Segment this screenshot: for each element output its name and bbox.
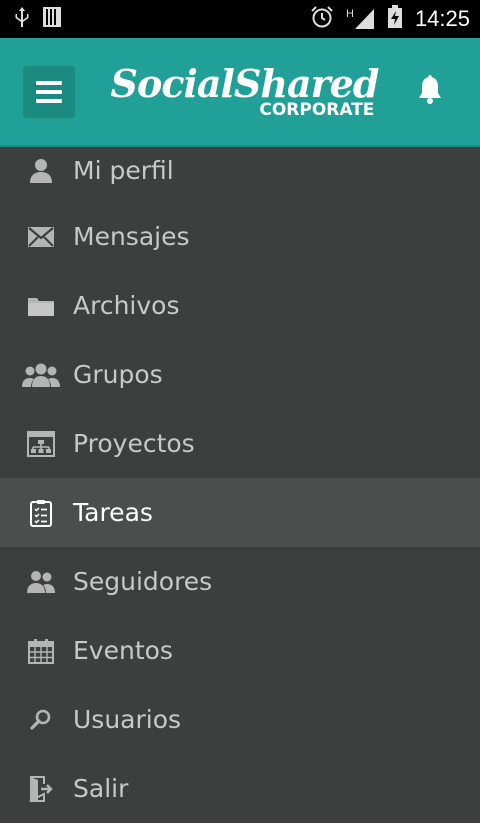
group-icon — [22, 360, 60, 390]
menu-item-salir[interactable]: Salir — [0, 754, 480, 823]
menu-item-label: Grupos — [73, 360, 163, 389]
battery-icon — [387, 5, 403, 33]
menu-item-seguidores[interactable]: Seguidores — [0, 547, 480, 616]
search-icon — [22, 705, 60, 735]
clipboard-icon — [22, 498, 60, 528]
calendar-icon — [22, 636, 60, 666]
bell-icon — [417, 74, 443, 109]
menu-item-label: Proyectos — [73, 429, 195, 458]
side-menu: Mi perfil Mensajes Archivos Grupos Proye… — [0, 147, 480, 823]
menu-item-mi-perfil[interactable]: Mi perfil — [0, 147, 480, 202]
menu-item-tareas[interactable]: Tareas — [0, 478, 480, 547]
folder-icon — [22, 291, 60, 321]
menu-item-proyectos[interactable]: Proyectos — [0, 409, 480, 478]
menu-item-usuarios[interactable]: Usuarios — [0, 685, 480, 754]
menu-item-label: Salir — [73, 774, 129, 803]
menu-item-label: Seguidores — [73, 567, 213, 596]
app-header: SocialShared CORPORATE — [0, 38, 480, 147]
logo-main-text: SocialShared — [110, 60, 380, 106]
usb-icon — [14, 6, 30, 32]
alarm-icon — [310, 5, 334, 33]
menu-item-label: Tareas — [73, 498, 153, 527]
storage-icon — [42, 6, 62, 32]
project-icon — [22, 429, 60, 459]
menu-item-label: Eventos — [73, 636, 173, 665]
clock: 14:25 — [414, 6, 470, 31]
followers-icon — [22, 567, 60, 597]
menu-item-grupos[interactable]: Grupos — [0, 340, 480, 409]
menu-toggle-button[interactable] — [23, 65, 75, 118]
menu-item-eventos[interactable]: Eventos — [0, 616, 480, 685]
hamburger-icon — [36, 80, 62, 85]
exit-icon — [22, 774, 60, 804]
user-icon — [22, 156, 60, 186]
menu-item-label: Archivos — [73, 291, 180, 320]
app-logo: SocialShared CORPORATE — [110, 60, 380, 120]
network-type-label: H — [345, 8, 354, 20]
menu-item-label: Mensajes — [73, 222, 190, 251]
status-bar: H 14:25 — [0, 0, 480, 38]
signal-icon: H — [346, 8, 375, 30]
envelope-icon — [22, 222, 60, 252]
logo-sub-text: CORPORATE — [259, 99, 375, 120]
notifications-button[interactable] — [414, 74, 446, 109]
menu-item-archivos[interactable]: Archivos — [0, 271, 480, 340]
menu-item-mensajes[interactable]: Mensajes — [0, 202, 480, 271]
menu-item-label: Mi perfil — [73, 156, 174, 185]
menu-item-label: Usuarios — [73, 705, 182, 734]
